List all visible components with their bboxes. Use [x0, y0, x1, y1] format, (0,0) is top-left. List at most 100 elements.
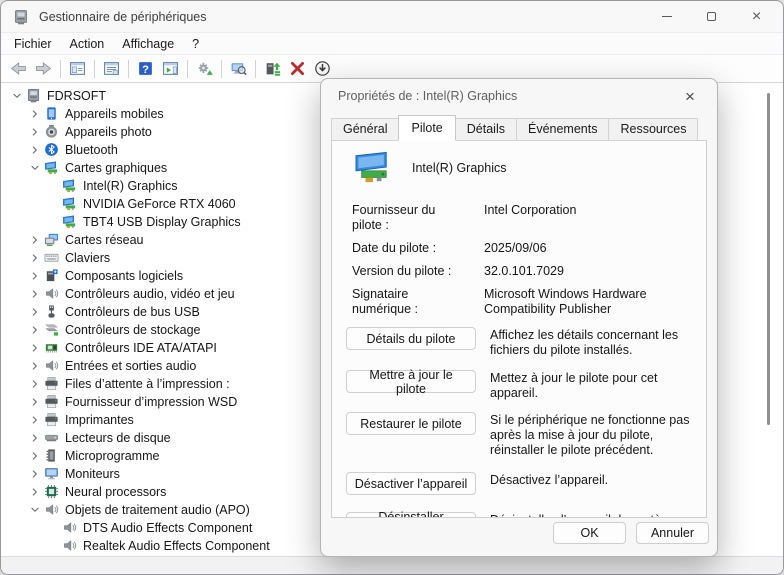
field-value: Microsoft Windows Hardware Compatibility… [484, 287, 692, 317]
desinstaller-l-appareil-button[interactable]: Désinstaller l’appareil [346, 512, 476, 518]
chevron-right-icon[interactable] [27, 358, 43, 374]
tab-ressources[interactable]: Ressources [608, 118, 698, 141]
console-tree-button[interactable] [65, 57, 90, 81]
minimize-icon [662, 16, 672, 17]
chevron-right-icon[interactable] [27, 232, 43, 248]
chevron-right-icon[interactable] [27, 124, 43, 140]
chevron-right-icon[interactable] [27, 304, 43, 320]
neural-chip-icon [44, 484, 60, 500]
chevron-down-icon[interactable] [9, 88, 25, 104]
properties-button[interactable] [99, 57, 124, 81]
properties-icon [103, 60, 120, 77]
printer-icon [44, 376, 60, 392]
tree-item-label: DTS Audio Effects Component [83, 521, 252, 535]
menu-action[interactable]: Action [61, 35, 114, 53]
action-details-du-pilote: Détails du piloteAffichez les détails co… [346, 327, 692, 358]
field-version-du-pilote: Version du pilote :32.0.101.7029 [352, 264, 692, 279]
statusbar [1, 556, 783, 574]
speaker-icon [44, 358, 60, 374]
restaurer-le-pilote-button[interactable]: Restaurer le pilote [346, 412, 476, 435]
chevron-right-icon[interactable] [27, 376, 43, 392]
dialog-close-button[interactable]: × [669, 81, 711, 111]
tab-general[interactable]: Général [331, 118, 399, 141]
minimize-button[interactable] [644, 2, 689, 32]
chevron-right-icon[interactable] [27, 412, 43, 428]
chevron-down-icon[interactable] [27, 502, 43, 518]
tree-item-label: Cartes graphiques [65, 161, 167, 175]
disk-drive-icon [44, 430, 60, 446]
chevron-right-icon[interactable] [27, 430, 43, 446]
properties-dialog: Propriétés de : Intel(R) Graphics × Géné… [320, 78, 718, 557]
chevron-right-icon[interactable] [27, 250, 43, 266]
chevron-right-icon[interactable] [27, 484, 43, 500]
chevron-spacer [45, 214, 61, 230]
caption-buttons: × [644, 1, 779, 32]
chevron-right-icon[interactable] [27, 448, 43, 464]
mettre-a-jour-le-pilote-button[interactable]: Mettre à jour le pilote [346, 370, 476, 393]
window-title: Gestionnaire de périphériques [39, 10, 206, 24]
driver-fields: Fournisseur du pilote : Intel Corporation… [352, 203, 692, 317]
uninstall-button[interactable] [285, 57, 310, 81]
tab-details[interactable]: Détails [455, 118, 517, 141]
back-icon [10, 60, 27, 77]
chevron-right-icon[interactable] [27, 286, 43, 302]
usb-icon [44, 304, 60, 320]
device-header: Intel(R) Graphics [346, 149, 692, 195]
tree-item-label: Cartes réseau [65, 233, 144, 247]
ok-button[interactable]: OK [553, 522, 626, 544]
field-value: Intel Corporation [484, 203, 692, 233]
help-button[interactable]: ? [133, 57, 158, 81]
screen: Gestionnaire de périphériques × FichierA… [0, 0, 784, 575]
speaker-icon [62, 520, 78, 536]
search-devices-icon [230, 60, 247, 77]
chevron-right-icon[interactable] [27, 394, 43, 410]
search-devices-button[interactable] [226, 57, 251, 81]
field-label: Fournisseur du pilote : [352, 203, 468, 233]
software-component-icon [44, 268, 60, 284]
menu-affichage[interactable]: Affichage [113, 35, 183, 53]
details-du-pilote-button[interactable]: Détails du pilote [346, 327, 476, 350]
chevron-spacer [45, 538, 61, 554]
tab-evenements[interactable]: Événements [516, 118, 609, 141]
computer-icon [26, 88, 42, 104]
tree-item-label: NVIDIA GeForce RTX 4060 [83, 197, 236, 211]
menu-fichier[interactable]: Fichier [5, 35, 61, 53]
console-tree-icon [69, 60, 86, 77]
forward-button[interactable] [31, 57, 56, 81]
speaker-icon [44, 286, 60, 302]
close-button[interactable]: × [734, 2, 779, 32]
tree-item-label: Realtek Audio Effects Component [83, 539, 270, 553]
uninstall-icon [289, 60, 306, 77]
tree-item-label: Fournisseur d’impression WSD [65, 395, 237, 409]
tree-item-label: TBT4 USB Display Graphics [83, 215, 241, 229]
tree-item-label: Imprimantes [65, 413, 134, 427]
chevron-right-icon[interactable] [27, 322, 43, 338]
chevron-right-icon[interactable] [27, 268, 43, 284]
speaker-icon [44, 502, 60, 518]
chevron-right-icon[interactable] [27, 340, 43, 356]
tree-item-label: Lecteurs de disque [65, 431, 171, 445]
tree-item-label: Bluetooth [65, 143, 118, 157]
chevron-right-icon[interactable] [27, 106, 43, 122]
menu-help[interactable]: ? [183, 35, 208, 53]
desactiver-l-appareil-button[interactable]: Désactiver l’appareil [346, 472, 476, 495]
tab-pilote[interactable]: Pilote [398, 115, 455, 141]
tree-item-label: Entrées et sorties audio [65, 359, 196, 373]
field-fournisseur-du-pilote: Fournisseur du pilote : Intel Corporation [352, 203, 692, 233]
ide-controller-icon [44, 340, 60, 356]
update-driver-button[interactable] [260, 57, 285, 81]
cancel-button[interactable]: Annuler [636, 522, 709, 544]
chevron-spacer [45, 196, 61, 212]
chevron-down-icon[interactable] [27, 160, 43, 176]
dialog-footer: OK Annuler [321, 518, 717, 556]
help-icon: ? [137, 60, 154, 77]
field-label: Version du pilote : [352, 264, 468, 279]
back-button[interactable] [6, 57, 31, 81]
action-pane-button[interactable] [158, 57, 183, 81]
tree-scrollbar[interactable] [767, 93, 770, 425]
chevron-right-icon[interactable] [27, 142, 43, 158]
maximize-button[interactable] [689, 2, 734, 32]
scan-hardware-button[interactable] [192, 57, 217, 81]
disable-button[interactable] [310, 57, 335, 81]
chevron-right-icon[interactable] [27, 466, 43, 482]
